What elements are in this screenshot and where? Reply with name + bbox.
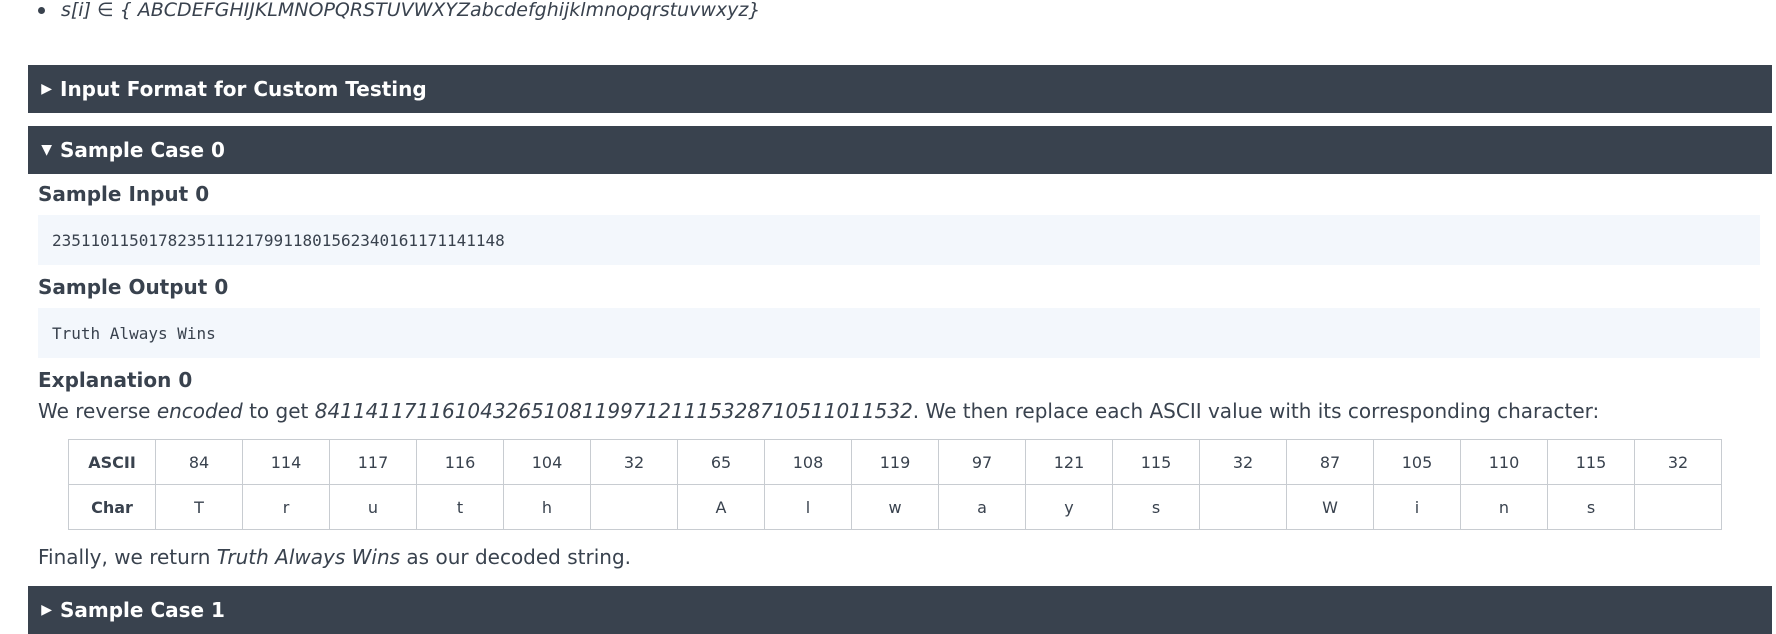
sample-case-1-toggle[interactable]: ▶ Sample Case 1 <box>28 586 1772 634</box>
ascii-cell: 32 <box>1634 439 1722 485</box>
bullet-icon <box>38 6 45 14</box>
explanation-text: We reverse encoded to get 84114117116104… <box>38 399 1599 423</box>
char-cell <box>1634 484 1722 530</box>
ascii-cell: 65 <box>677 439 765 485</box>
explanation-part-3: . We then replace each ASCII value with … <box>912 399 1600 423</box>
char-cell: W <box>1286 484 1374 530</box>
ascii-cell: 121 <box>1025 439 1113 485</box>
char-cell <box>590 484 678 530</box>
ascii-cell: 117 <box>329 439 417 485</box>
ascii-cell: 84 <box>155 439 243 485</box>
char-cell: s <box>1112 484 1200 530</box>
ascii-cell: 116 <box>416 439 504 485</box>
final-part-2: as our decoded string. <box>406 545 632 569</box>
ascii-cell: 32 <box>1199 439 1287 485</box>
char-cell <box>1199 484 1287 530</box>
ascii-cell: 97 <box>938 439 1026 485</box>
char-cell: y <box>1025 484 1113 530</box>
ascii-cell: 119 <box>851 439 939 485</box>
char-cell: i <box>1373 484 1461 530</box>
sample-output-title: Sample Output 0 <box>38 275 229 299</box>
input-format-section-toggle[interactable]: ▶ Input Format for Custom Testing <box>28 65 1772 113</box>
char-cell: s <box>1547 484 1635 530</box>
char-cell: h <box>503 484 591 530</box>
explanation-title: Explanation 0 <box>38 368 193 392</box>
char-cell: l <box>764 484 852 530</box>
char-cell: a <box>938 484 1026 530</box>
sample-case-1-label: Sample Case 1 <box>60 598 225 622</box>
sample-case-0-toggle[interactable]: ▼ Sample Case 0 <box>28 126 1772 174</box>
triangle-right-icon: ▶ <box>41 81 52 97</box>
char-row-header: Char <box>68 484 156 530</box>
ascii-cell: 32 <box>590 439 678 485</box>
ascii-cell: 110 <box>1460 439 1548 485</box>
final-decoded-string: Truth Always Wins <box>216 545 407 569</box>
explanation-part-2: to get <box>242 399 315 423</box>
sample-output-box: Truth Always Wins <box>38 308 1760 358</box>
char-cell: u <box>329 484 417 530</box>
constraint-text: s[i] ∈ { ABCDEFGHIJKLMNOPQRSTUVWXYZabcde… <box>61 0 761 21</box>
sample-input-value: 2351101150178235111217991180156234016117… <box>52 230 505 250</box>
ascii-cell: 115 <box>1547 439 1635 485</box>
ascii-table: ASCII 84 114 117 116 104 32 65 108 119 9… <box>68 439 1722 530</box>
sample-input-box: 2351101150178235111217991180156234016117… <box>38 215 1760 265</box>
char-row: Char T r u t h A l w a y s W i n s <box>68 484 1722 530</box>
sample-input-title: Sample Input 0 <box>38 182 210 206</box>
ascii-cell: 87 <box>1286 439 1374 485</box>
input-format-section-label: Input Format for Custom Testing <box>60 77 427 101</box>
ascii-cell: 114 <box>242 439 330 485</box>
char-cell: w <box>851 484 939 530</box>
char-cell: r <box>242 484 330 530</box>
char-cell: n <box>1460 484 1548 530</box>
ascii-cell: 115 <box>1112 439 1200 485</box>
constraint-item: s[i] ∈ { ABCDEFGHIJKLMNOPQRSTUVWXYZabcde… <box>38 0 761 21</box>
ascii-cell: 104 <box>503 439 591 485</box>
explanation-reversed-value: 8411411711610432651081199712111532871051… <box>314 399 913 423</box>
sample-output-value: Truth Always Wins <box>52 323 216 343</box>
explanation-encoded-term: encoded <box>156 399 243 423</box>
triangle-down-icon: ▼ <box>41 142 52 158</box>
triangle-right-icon: ▶ <box>41 602 52 618</box>
char-cell: T <box>155 484 243 530</box>
final-statement: Finally, we return Truth Always Wins as … <box>38 545 631 569</box>
char-cell: A <box>677 484 765 530</box>
ascii-row: ASCII 84 114 117 116 104 32 65 108 119 9… <box>68 439 1722 485</box>
ascii-row-header: ASCII <box>68 439 156 485</box>
explanation-part-1: We reverse <box>38 399 157 423</box>
final-part-1: Finally, we return <box>38 545 217 569</box>
char-cell: t <box>416 484 504 530</box>
ascii-cell: 108 <box>764 439 852 485</box>
ascii-cell: 105 <box>1373 439 1461 485</box>
sample-case-0-label: Sample Case 0 <box>60 138 225 162</box>
